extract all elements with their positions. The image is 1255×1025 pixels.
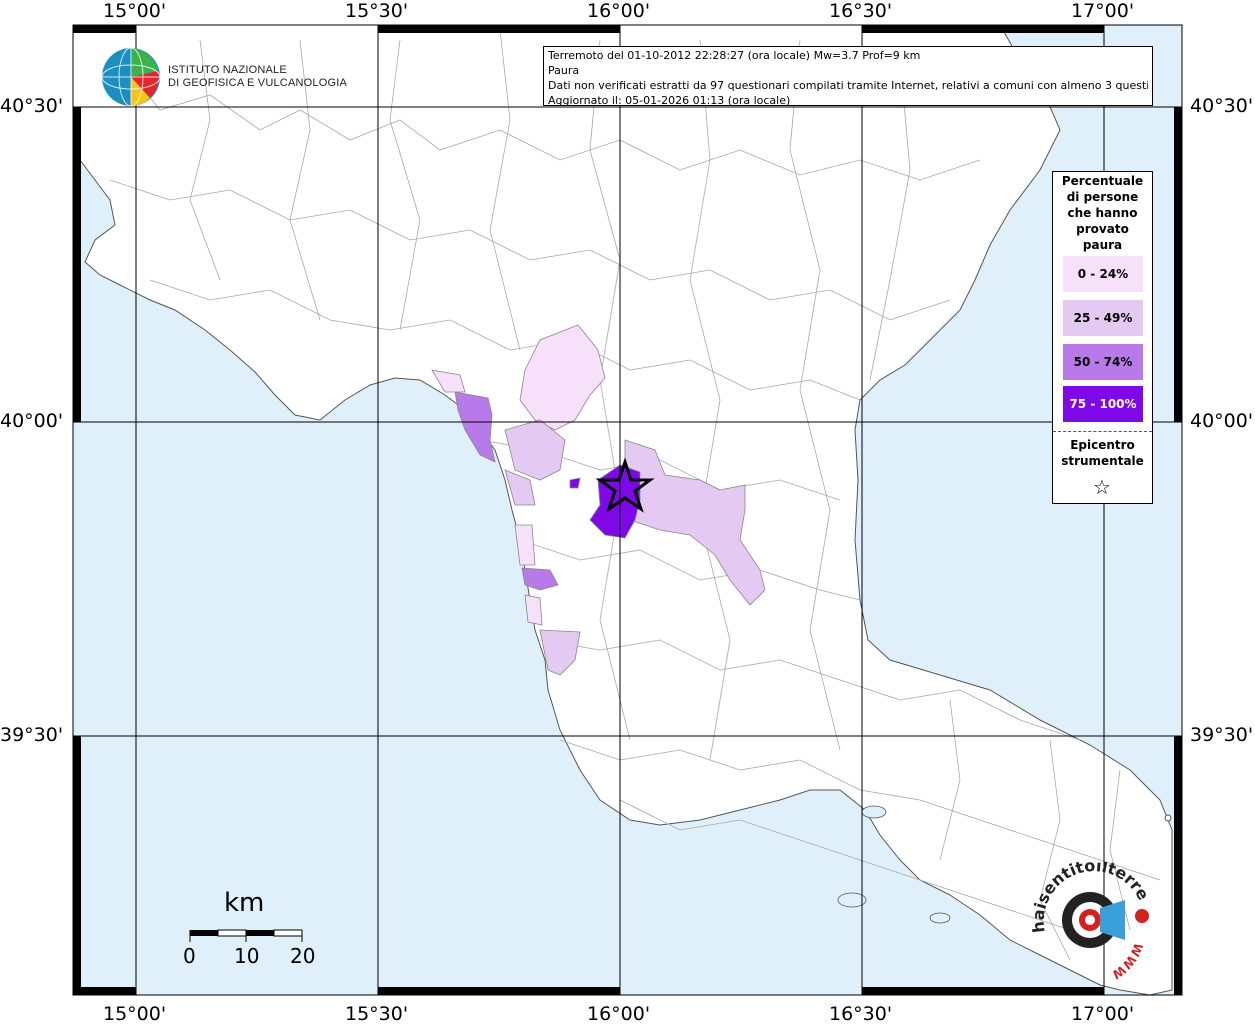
svg-text:WWW: WWW [1109, 941, 1145, 982]
scale-unit: km [224, 888, 265, 918]
lon-label-bottom: 16°00' [587, 1003, 651, 1025]
scale-tick-label: 0 [183, 944, 196, 968]
municipality-0-24 [524, 594, 543, 626]
legend-title-line: provato [1076, 222, 1129, 236]
lon-label-top: 17°00' [1071, 0, 1135, 22]
event-info-line: Dati non verificati estratti da 97 quest… [548, 79, 1148, 92]
legend-title-line: paura [1082, 238, 1123, 252]
scale-tick-label: 10 [234, 944, 260, 968]
legend-epicenter-label: Epicentro strumentale [1053, 437, 1152, 469]
island-marker [1164, 814, 1172, 822]
lon-label-top: 15°30' [345, 0, 409, 22]
lon-label-top: 16°00' [587, 0, 651, 22]
legend-title-line: di persone [1066, 190, 1139, 204]
haisentito-logo-icon: haisentitoilterremoto.it WWW [1030, 862, 1153, 982]
lon-label-bottom: 15°00' [103, 1003, 167, 1025]
legend: Percentuale di persone che hanno provato… [1052, 171, 1153, 504]
lake [929, 912, 951, 924]
logo-line-2: DI GEOFISICA E VULCANOLOGIA [168, 77, 347, 89]
logo-line-1: ISTITUTO NAZIONALE [168, 64, 287, 76]
lat-label-left: 39°30' [0, 724, 64, 746]
lat-label-right: 39°30' [1190, 724, 1254, 746]
legend-class-0-24: 0 - 24% [1063, 256, 1143, 292]
event-info-line: Paura [548, 64, 580, 77]
event-info-line: Terremoto del 01-10-2012 22:28:27 (ora l… [548, 49, 921, 62]
lat-label-left: 40°00' [0, 410, 64, 432]
scale-tick-label: 20 [290, 944, 316, 968]
legend-star-icon: ☆ [1093, 475, 1111, 499]
lon-label-bottom: 17°00' [1071, 1003, 1135, 1025]
legend-epicenter-line: Epicentro [1070, 438, 1135, 452]
lat-label-right: 40°00' [1190, 410, 1254, 432]
ingv-logo-icon [101, 47, 161, 107]
lon-label-top: 16°30' [829, 0, 893, 22]
lat-label-left: 40°30' [0, 95, 64, 117]
lake [861, 805, 887, 819]
lat-label-right: 40°30' [1190, 95, 1254, 117]
lon-label-top: 15°00' [103, 0, 167, 22]
watermark-www: WWW [1109, 941, 1145, 982]
legend-title: Percentuale di persone che hanno provato… [1053, 173, 1152, 253]
legend-divider [1053, 431, 1152, 432]
legend-class-25-49: 25 - 49% [1063, 300, 1143, 336]
legend-epicenter-line: strumentale [1061, 454, 1144, 468]
legend-class-75-100: 75 - 100% [1063, 386, 1143, 422]
legend-class-50-74: 50 - 74% [1063, 344, 1143, 380]
legend-title-line: Percentuale [1061, 174, 1144, 188]
legend-title-line: che hanno [1067, 206, 1138, 220]
lon-label-bottom: 15°30' [345, 1003, 409, 1025]
ingv-logo-text: ISTITUTO NAZIONALE DI GEOFISICA E VULCAN… [168, 64, 347, 90]
event-info-line: Aggiornato il: 05-01-2026 01:13 (ora loc… [548, 94, 791, 107]
event-info-box: Terremoto del 01-10-2012 22:28:27 (ora l… [543, 46, 1153, 107]
municipality-75-100 [569, 477, 581, 489]
lon-label-bottom: 16°30' [829, 1003, 893, 1025]
